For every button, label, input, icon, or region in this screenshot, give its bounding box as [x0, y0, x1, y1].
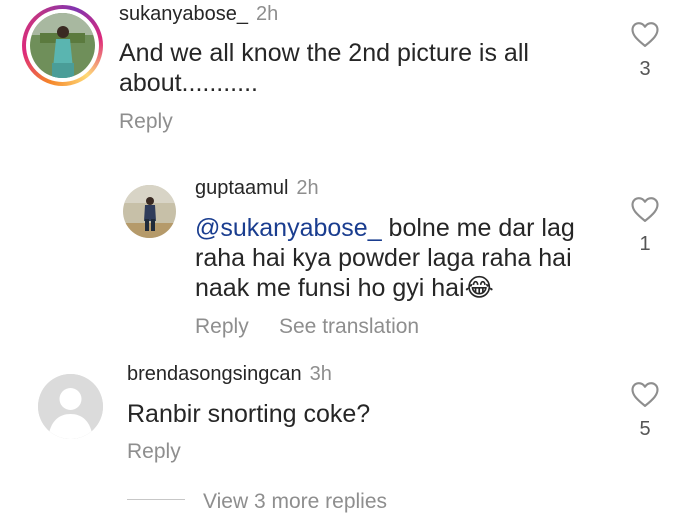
like-count: 5 — [639, 418, 651, 440]
like-count: 1 — [639, 233, 651, 255]
view-more-replies-button[interactable]: View 3 more replies — [203, 490, 387, 514]
heart-icon — [631, 22, 659, 47]
comment-username[interactable]: brendasongsingcan — [127, 363, 302, 385]
reply-button[interactable]: Reply — [127, 440, 181, 464]
comment-text: And we all know the 2nd picture is all a… — [119, 39, 529, 97]
like-button[interactable] — [630, 20, 660, 53]
comment-username[interactable]: guptaamul — [195, 177, 288, 199]
comment-text: Ranbir snorting coke? — [127, 400, 371, 428]
comment-time: 2h — [255, 3, 279, 25]
heart-icon — [631, 382, 659, 407]
mention-link[interactable]: @sukanyabose_ — [195, 214, 382, 242]
laughing-emoji: 😂 — [464, 274, 494, 302]
like-count: 3 — [639, 58, 651, 80]
reply-button[interactable]: Reply — [195, 315, 249, 339]
heart-icon — [631, 197, 659, 222]
like-button[interactable] — [630, 380, 660, 413]
comment-time: 2h — [296, 177, 319, 199]
avatar[interactable] — [30, 13, 95, 78]
comment-time: 3h — [309, 363, 332, 385]
see-translation-button[interactable]: See translation — [279, 315, 419, 339]
replies-divider — [127, 499, 185, 500]
comment-username[interactable]: sukanyabose_ — [119, 3, 248, 25]
avatar[interactable] — [123, 185, 176, 238]
comment-text: @sukanyabose_ bolne me dar lag raha hai … — [195, 214, 575, 302]
reply-button[interactable]: Reply — [119, 110, 173, 134]
like-button[interactable] — [630, 195, 660, 228]
avatar-placeholder[interactable] — [38, 374, 103, 439]
